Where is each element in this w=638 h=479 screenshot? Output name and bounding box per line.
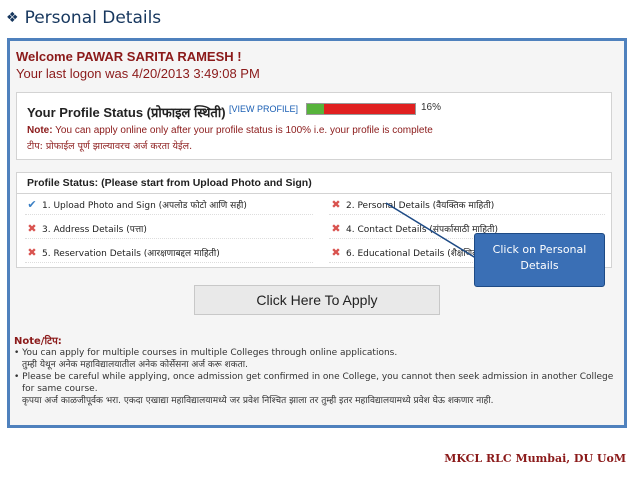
- profile-progress-bar: [306, 103, 416, 115]
- step-address-details[interactable]: ✖ 3. Address Details (पत्ता): [25, 219, 313, 239]
- steps-heading: Profile Status: (Please start from Uploa…: [27, 177, 312, 189]
- profile-note-text: You can apply online only after your pro…: [55, 125, 433, 136]
- slide-title: ❖ Personal Details: [6, 8, 161, 28]
- welcome-heading: Welcome PAWAR SARITA RAMESH !: [16, 49, 242, 64]
- callout-line1: Click on Personal: [492, 243, 587, 256]
- view-profile-link[interactable]: [VIEW PROFILE]: [229, 104, 298, 114]
- profile-note: Note: You can apply online only after yo…: [27, 125, 433, 136]
- bottom-note-line: • Please be careful while applying, once…: [14, 372, 614, 382]
- check-icon: ✔: [27, 198, 37, 211]
- callout-box: Click on Personal Details: [474, 233, 605, 287]
- cross-icon: ✖: [27, 246, 37, 259]
- step-label: 5. Reservation Details (आरक्षणाबद्दल माह…: [42, 249, 220, 259]
- bottom-note-line: कृपया अर्ज काळजीपूर्वक भरा. एकदा एखाद्या…: [22, 396, 494, 406]
- apply-button[interactable]: Click Here To Apply: [194, 285, 440, 315]
- step-upload-photo[interactable]: ✔ 1. Upload Photo and Sign (अपलोड फोटो आ…: [25, 195, 313, 215]
- bottom-note-heading: Note/टिप:: [14, 336, 62, 347]
- profile-status-title: Your Profile Status (प्रोफाइल स्थिती): [27, 105, 226, 120]
- cross-icon: ✖: [27, 222, 37, 235]
- footer-credit: MKCL RLC Mumbai, DU UoM: [444, 452, 626, 465]
- bottom-note-line: for same course.: [22, 384, 98, 394]
- profile-note-marathi: टीप: प्रोफाईल पूर्ण झाल्यावरच अर्ज करता …: [27, 141, 193, 152]
- cross-icon: ✖: [331, 198, 341, 211]
- callout-line2: Details: [520, 259, 559, 272]
- profile-status-panel: Your Profile Status (प्रोफाइल स्थिती) [V…: [16, 92, 612, 160]
- last-logon-text: Your last logon was 4/20/2013 3:49:08 PM: [16, 66, 260, 81]
- steps-heading-row: Profile Status: (Please start from Uploa…: [17, 173, 611, 194]
- step-reservation-details[interactable]: ✖ 5. Reservation Details (आरक्षणाबद्दल म…: [25, 243, 313, 263]
- profile-progress-fill: [307, 104, 325, 114]
- step-label: 3. Address Details (पत्ता): [42, 225, 147, 235]
- profile-note-label: Note:: [27, 125, 53, 136]
- step-label: 2. Personal Details (वैयक्तिक माहिती): [346, 201, 495, 211]
- bottom-note-line: • You can apply for multiple courses in …: [14, 348, 398, 358]
- step-label: 1. Upload Photo and Sign (अपलोड फोटो आणि…: [42, 201, 247, 211]
- diamond-bullet-icon: ❖: [6, 10, 19, 26]
- bottom-note: Note/टिप: • You can apply for multiple c…: [14, 333, 618, 407]
- step-personal-details[interactable]: ✖ 2. Personal Details (वैयक्तिक माहिती): [329, 195, 605, 215]
- profile-percent: 16%: [421, 102, 442, 113]
- bottom-note-line: तुम्ही येथून अनेक महाविद्यालयातील अनेक क…: [22, 360, 248, 370]
- cross-icon: ✖: [331, 246, 341, 259]
- cross-icon: ✖: [331, 222, 341, 235]
- slide-title-text: Personal Details: [24, 8, 162, 28]
